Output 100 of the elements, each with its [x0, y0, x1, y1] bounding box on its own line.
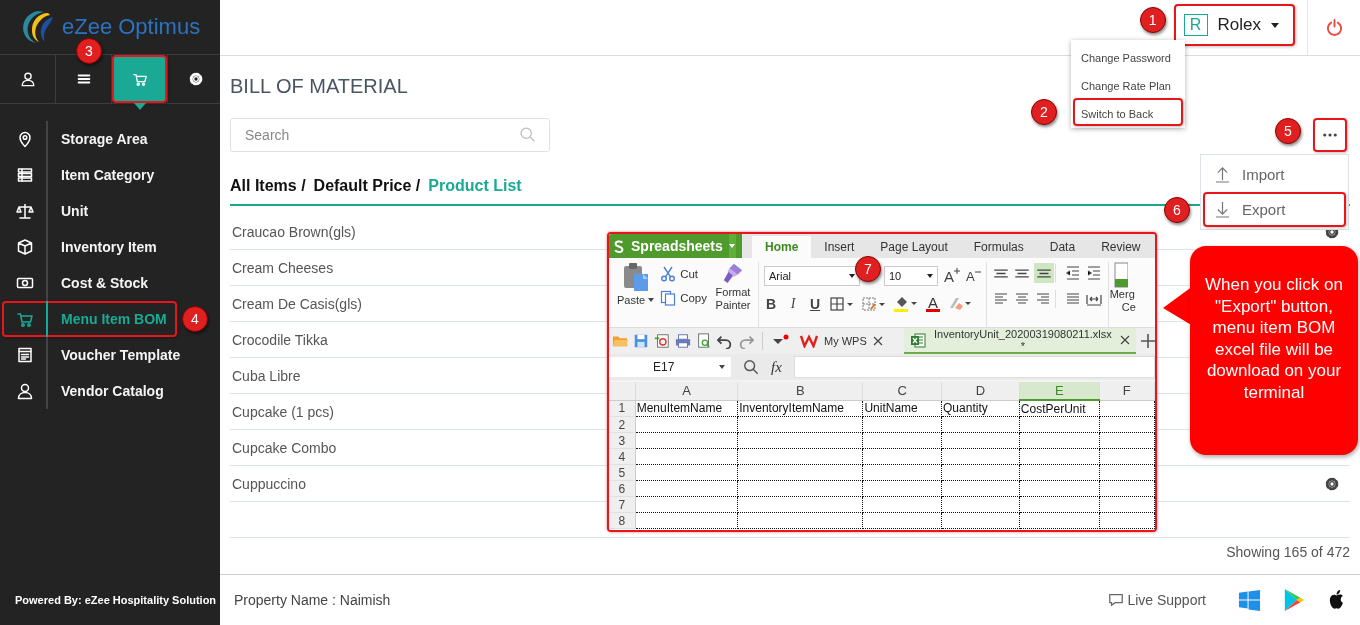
property-name: Property Name : Naimish [234, 592, 391, 608]
paintbrush-icon [721, 262, 745, 284]
plus-icon [954, 267, 960, 274]
sidebar-item[interactable]: Vendor Catalog [2, 373, 174, 409]
menu-item[interactable]: Change Rate Plan [1073, 70, 1183, 98]
chat-icon [1108, 592, 1125, 608]
format-painter-button[interactable]: Format Painter [713, 262, 753, 327]
cart-icon [131, 71, 148, 87]
export-pdf-icon[interactable] [654, 333, 670, 349]
underline-button[interactable]: U [808, 296, 822, 312]
column-header[interactable]: F [1099, 382, 1155, 400]
print-icon[interactable] [675, 333, 691, 349]
borders-icon [830, 297, 854, 311]
menu-item[interactable]: Switch to Back [1073, 98, 1183, 126]
download-icon [1215, 201, 1230, 218]
caret-icon [1271, 22, 1279, 28]
cell-reference-field[interactable]: E17 [609, 357, 731, 377]
product-name[interactable]: Cuba Libre [232, 367, 301, 384]
grow-font-button[interactable]: A [944, 267, 960, 285]
save-icon[interactable] [633, 333, 649, 349]
align-bottom-icon [1035, 268, 1052, 278]
box-icon [16, 238, 34, 256]
sidebar-item[interactable]: Menu Item BOM [2, 301, 177, 337]
ribbon-tab[interactable]: Formulas [960, 236, 1037, 258]
column-header[interactable]: C [862, 382, 942, 400]
app-logo-icon [613, 238, 625, 254]
document-tab[interactable]: InventoryUnit_20200319080211.xlsx * [903, 328, 1136, 354]
column-header[interactable]: A [635, 382, 738, 400]
breadcrumb-link[interactable]: Default Price / [313, 176, 421, 196]
step-marker: 5 [1275, 118, 1301, 144]
sidebar-item[interactable]: Cost & Stock [2, 265, 174, 301]
cart-icon [16, 310, 34, 328]
font-color-button[interactable]: A [926, 296, 940, 312]
sidebar-item[interactable]: Storage Area [2, 121, 174, 157]
column-header[interactable]: B [737, 382, 863, 400]
sidebar-item[interactable]: Inventory Item [2, 229, 174, 265]
user-initial: R [1183, 14, 1208, 36]
more-options-button[interactable] [1313, 118, 1347, 152]
sidebar-item[interactable]: Voucher Template [2, 337, 191, 373]
sidebar-item[interactable]: Item Category [2, 157, 174, 193]
scissors-icon [660, 266, 677, 282]
breadcrumb-link[interactable]: All Items / [230, 176, 306, 196]
ribbon-tab[interactable]: Data [1036, 236, 1089, 258]
font-name-field[interactable]: Arial [764, 266, 860, 286]
paste-button[interactable]: Paste [617, 262, 655, 327]
step-marker: 4 [182, 306, 208, 332]
product-name[interactable]: Cream De Casis(gls) [232, 295, 362, 312]
caret-icon [927, 274, 933, 278]
location-pin-icon [16, 130, 34, 148]
close-icon [872, 336, 883, 346]
step-marker: 1 [1139, 7, 1166, 33]
bold-button[interactable]: B [764, 296, 778, 312]
ribbon-tab[interactable]: Home [752, 236, 812, 258]
shrink-font-button[interactable]: A [966, 268, 981, 284]
font-size-field[interactable]: 10 [884, 266, 938, 286]
table-cell: Quantity [941, 400, 1020, 417]
live-support-link[interactable]: Live Support [1108, 592, 1206, 608]
copy-button[interactable]: Copy [660, 286, 707, 310]
caret-icon [719, 365, 725, 369]
sidebar-item[interactable]: Unit [2, 193, 174, 229]
table-cell: UnitName [862, 400, 942, 417]
column-header[interactable]: D [941, 382, 1020, 400]
ribbon-tab[interactable]: Page Layout [867, 236, 961, 258]
align-middle-icon [1013, 268, 1030, 278]
product-name[interactable]: Crocodile Tikka [232, 331, 328, 348]
ribbon-tab[interactable]: Insert [811, 236, 868, 258]
copy-icon [660, 290, 677, 306]
search-field[interactable]: Search [230, 118, 550, 152]
cut-button[interactable]: Cut [660, 262, 699, 286]
power-icon [1324, 18, 1344, 37]
product-name[interactable]: Cream Cheeses [232, 259, 334, 276]
align-top-icon [992, 268, 1009, 278]
spreadsheet-file-icon [909, 332, 926, 348]
product-name[interactable]: Cuppuccino [232, 475, 306, 492]
align-bottom-button[interactable] [1033, 263, 1054, 283]
settings-icon[interactable] [1324, 475, 1340, 492]
undo-icon[interactable] [717, 333, 733, 349]
document-tab[interactable]: My WPS [794, 328, 893, 354]
formula-input-field[interactable] [793, 356, 1155, 378]
menu-item[interactable]: Export [1203, 192, 1346, 227]
print-preview-icon[interactable] [696, 333, 712, 349]
step-marker: 6 [1164, 197, 1190, 223]
italic-button[interactable]: I [786, 296, 800, 312]
redo-icon[interactable] [738, 333, 754, 349]
product-name[interactable]: Cupcake Combo [232, 439, 337, 456]
callout-text: When you click on "Export" button, menu item BOM excel file will be download on your terminal [1204, 274, 1344, 403]
ribbon-tab[interactable]: Review [1088, 236, 1154, 258]
user-menu-button[interactable]: R Rolex [1173, 4, 1295, 46]
step-marker: 3 [76, 38, 102, 64]
user-icon [19, 71, 36, 87]
powered-by-text: Powered By: eZee Hospitality Solution [14, 594, 218, 608]
product-name[interactable]: Craucao Brown(gls) [232, 223, 356, 240]
product-name[interactable]: Cupcake (1 pcs) [232, 403, 334, 420]
apple-icon [1327, 589, 1346, 611]
table-cell: InventoryItemName [737, 400, 863, 417]
app-menu-button[interactable]: Spreadsheets [609, 234, 742, 258]
page-title: BILL OF MATERIAL [230, 74, 408, 98]
menu-item[interactable]: Import [1203, 157, 1346, 192]
ellipsis-icon [1323, 133, 1337, 137]
balance-scale-icon [16, 202, 34, 220]
